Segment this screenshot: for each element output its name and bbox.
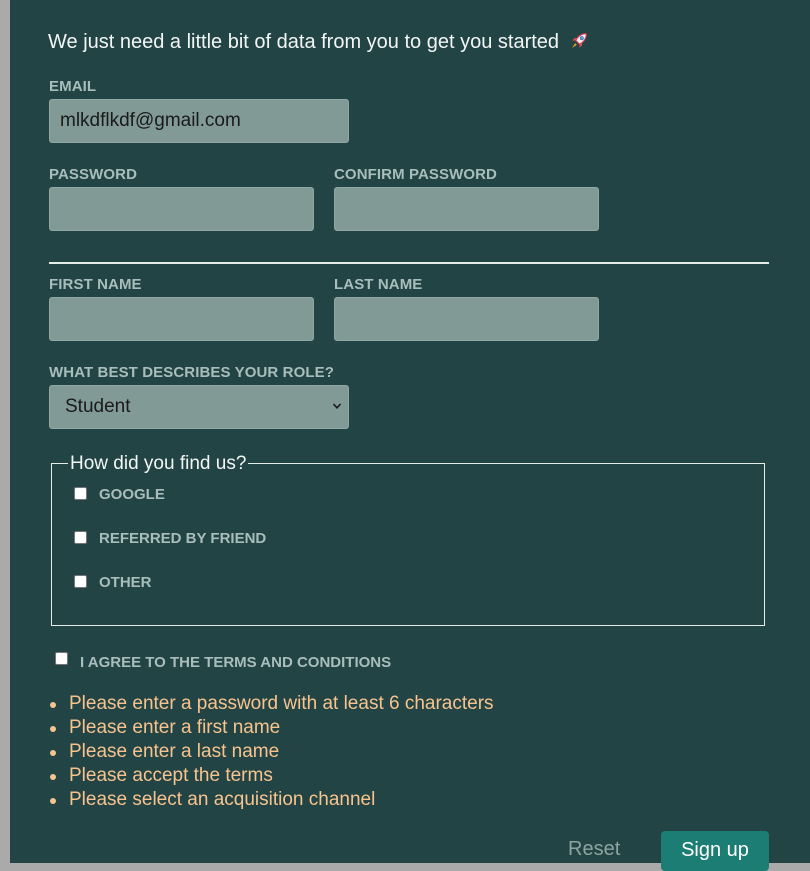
terms-checkbox[interactable] — [55, 652, 68, 665]
role-select[interactable]: Student — [49, 385, 349, 429]
referred-by-friend-checkbox[interactable] — [74, 531, 87, 544]
confirm-password-input[interactable] — [334, 187, 599, 231]
intro-text: We just need a little bit of data from y… — [48, 31, 589, 54]
confirm-password-label: CONFIRM PASSWORD — [334, 166, 497, 183]
terms-label[interactable]: I AGREE TO THE TERMS AND CONDITIONS — [80, 654, 391, 671]
section-divider — [49, 262, 769, 264]
last-name-input[interactable] — [334, 297, 599, 341]
error-message: Please enter a password with at least 6 … — [48, 692, 494, 716]
acquisition-legend: How did you find us? — [68, 453, 249, 475]
error-message: Please enter a first name — [48, 716, 494, 740]
google-checkbox[interactable] — [74, 487, 87, 500]
first-name-input[interactable] — [49, 297, 314, 341]
password-input[interactable] — [49, 187, 314, 231]
error-list: Please enter a password with at least 6 … — [48, 692, 494, 812]
email-label: EMAIL — [49, 78, 97, 95]
referred-by-friend-option-label[interactable]: REFERRED BY FRIEND — [99, 530, 266, 547]
google-option-label[interactable]: GOOGLE — [99, 486, 165, 503]
role-label: WHAT BEST DESCRIBES YOUR ROLE? — [49, 364, 334, 381]
password-label: PASSWORD — [49, 166, 138, 183]
intro-text-label: We just need a little bit of data from y… — [48, 31, 560, 53]
rocket-icon — [571, 32, 587, 48]
error-message: Please accept the terms — [48, 764, 494, 788]
other-checkbox[interactable] — [74, 575, 87, 588]
error-message: Please enter a last name — [48, 740, 494, 764]
first-name-label: FIRST NAME — [49, 276, 142, 293]
signup-button[interactable]: Sign up — [661, 831, 769, 871]
error-message: Please select an acquisition channel — [48, 788, 494, 812]
signup-panel: We just need a little bit of data from y… — [10, 0, 810, 871]
role-select-value: Student — [65, 396, 131, 417]
last-name-label: LAST NAME — [334, 276, 423, 293]
reset-button[interactable]: Reset — [568, 838, 620, 861]
other-option-label[interactable]: OTHER — [99, 574, 152, 591]
chevron-down-icon — [332, 403, 342, 409]
email-input[interactable] — [49, 99, 349, 143]
